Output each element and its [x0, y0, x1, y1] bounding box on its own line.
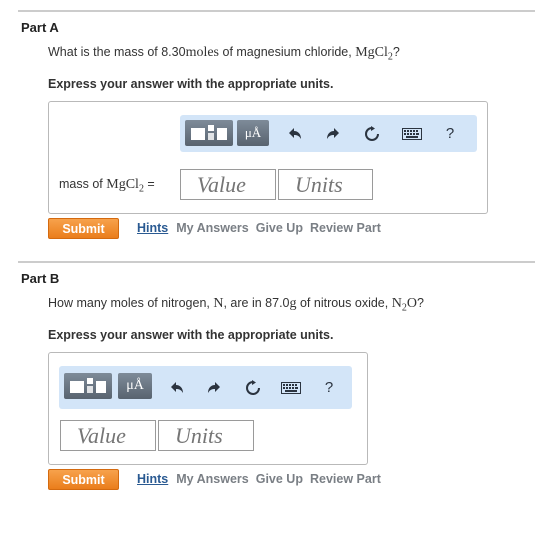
- part-b-links: Hints My Answers Give Up Review Part: [137, 472, 388, 486]
- part-b-value-input[interactable]: [60, 420, 156, 451]
- undo-icon[interactable]: [165, 366, 189, 409]
- mu-angstrom-icon: μÅ: [126, 378, 144, 393]
- undo-icon[interactable]: [283, 115, 307, 152]
- part-b-give-up-link[interactable]: Give Up: [256, 472, 303, 486]
- part-b-units-input[interactable]: [158, 420, 254, 451]
- part-b-title: Part B: [21, 271, 60, 286]
- help-icon[interactable]: ?: [317, 366, 341, 409]
- help-icon[interactable]: ?: [438, 115, 462, 152]
- redo-icon[interactable]: [202, 366, 226, 409]
- part-b-toolbar: μÅ ?: [59, 366, 352, 409]
- templates-icon: [68, 376, 108, 396]
- part-a-my-answers-link[interactable]: My Answers: [176, 221, 248, 235]
- templates-button[interactable]: [64, 373, 112, 399]
- part-b-review-link[interactable]: Review Part: [310, 472, 381, 486]
- part-b-separator: [18, 261, 535, 263]
- templates-icon: [189, 123, 229, 143]
- part-a-links: Hints My Answers Give Up Review Part: [137, 221, 388, 235]
- part-a-title: Part A: [21, 20, 59, 35]
- part-b-question: How many moles of nitrogen, N, are in 87…: [48, 296, 424, 314]
- part-b-instruction: Express your answer with the appropriate…: [48, 328, 334, 342]
- keyboard-icon[interactable]: [398, 115, 426, 152]
- redo-icon[interactable]: [321, 115, 345, 152]
- keyboard-icon[interactable]: [277, 366, 305, 409]
- part-a-answer-box: μÅ ? mass of MgCl2 =: [48, 101, 488, 214]
- part-a-review-link[interactable]: Review Part: [310, 221, 381, 235]
- part-a-give-up-link[interactable]: Give Up: [256, 221, 303, 235]
- part-a-separator: [18, 10, 535, 12]
- part-a-submit-button[interactable]: Submit: [48, 218, 119, 239]
- reset-icon[interactable]: [241, 366, 265, 409]
- part-b-submit-button[interactable]: Submit: [48, 469, 119, 490]
- part-a-value-input[interactable]: [180, 169, 276, 200]
- part-a-toolbar: μÅ ?: [180, 115, 477, 152]
- part-a-units-input[interactable]: [278, 169, 373, 200]
- part-a-instruction: Express your answer with the appropriate…: [48, 77, 334, 91]
- part-b-hints-link[interactable]: Hints: [137, 472, 168, 486]
- symbols-button[interactable]: μÅ: [118, 373, 152, 399]
- symbols-button[interactable]: μÅ: [237, 120, 269, 146]
- templates-button[interactable]: [185, 120, 233, 146]
- reset-icon[interactable]: [360, 115, 384, 152]
- part-b-answer-box: μÅ ?: [48, 352, 368, 465]
- part-a-hints-link[interactable]: Hints: [137, 221, 168, 235]
- part-b-my-answers-link[interactable]: My Answers: [176, 472, 248, 486]
- part-a-answer-label: mass of MgCl2 =: [59, 177, 155, 195]
- part-a-question: What is the mass of 8.30moles of magnesi…: [48, 45, 400, 63]
- mu-angstrom-icon: μÅ: [244, 125, 262, 140]
